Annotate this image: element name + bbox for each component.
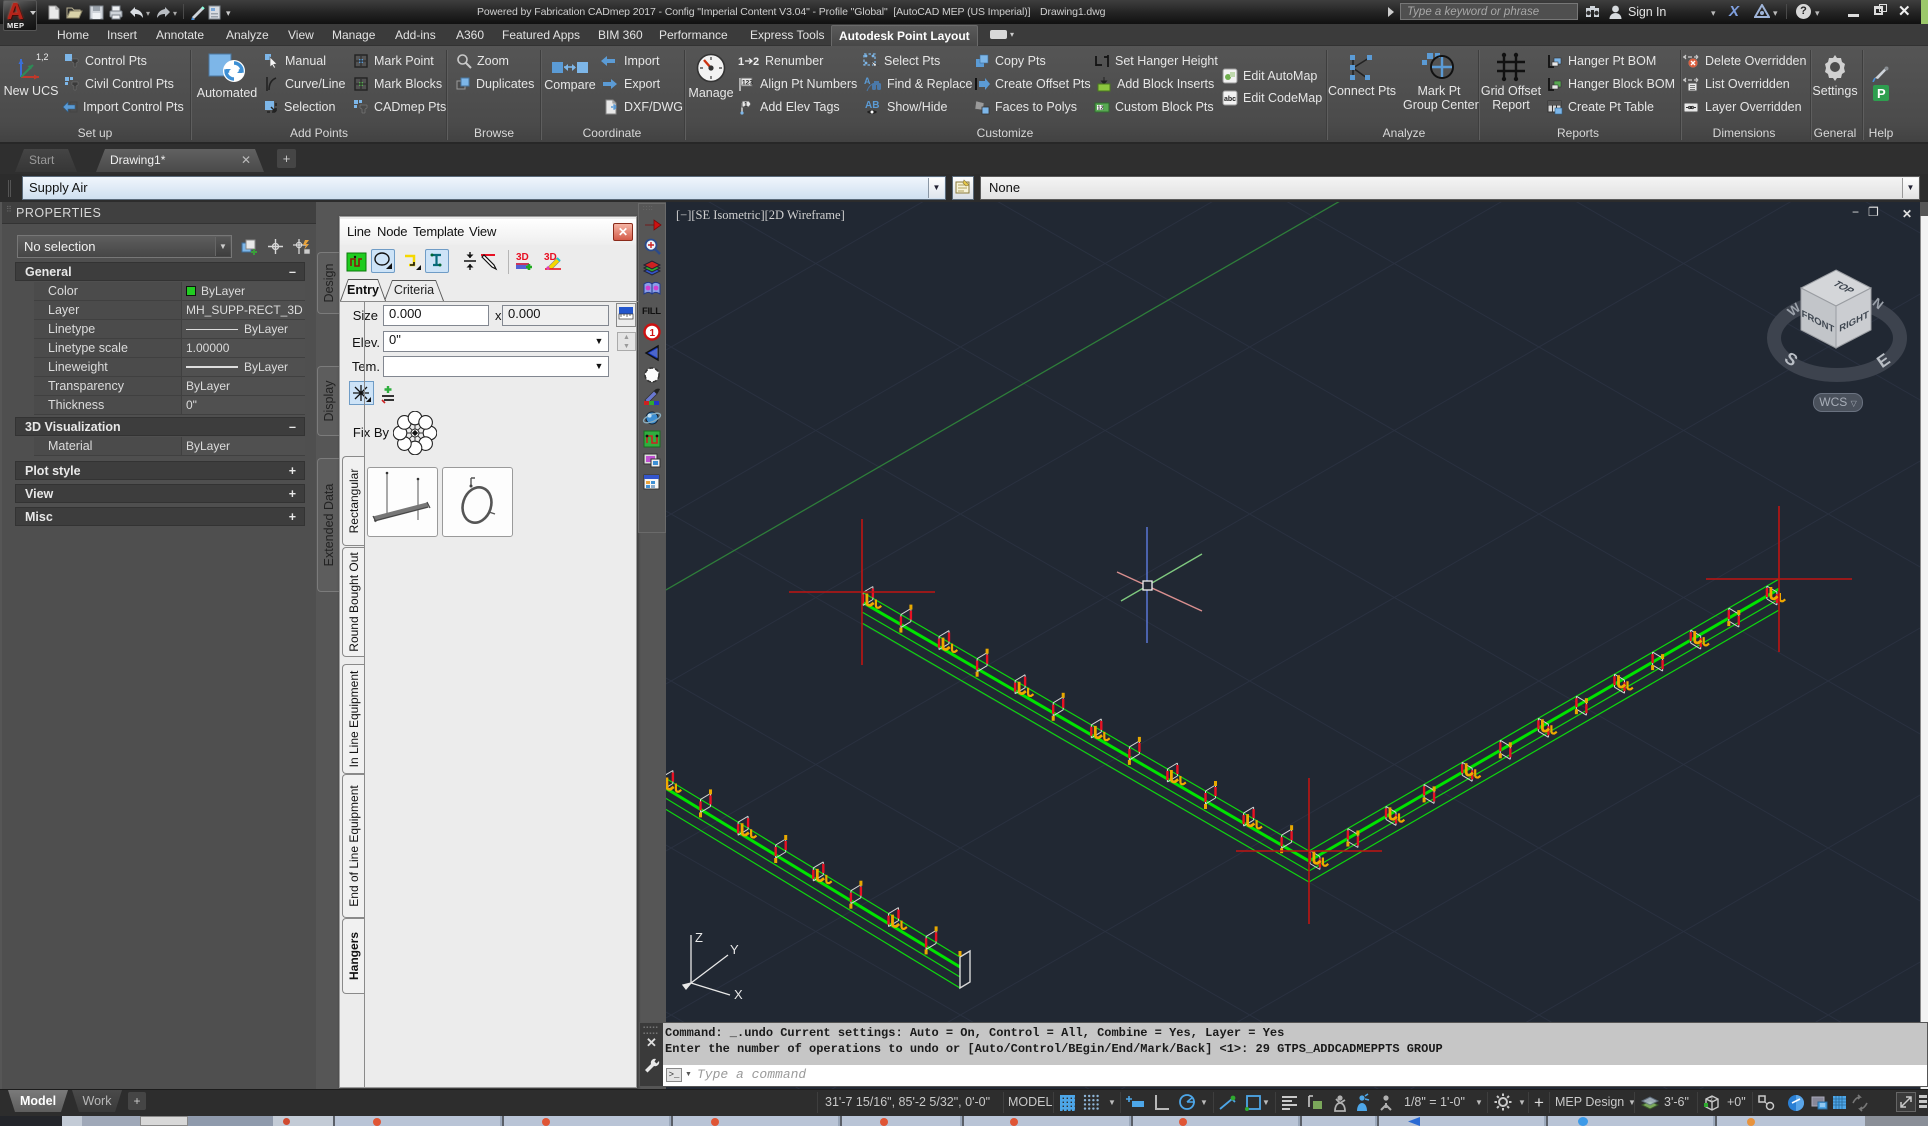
svg-text:12: 12 <box>1097 106 1103 112</box>
svg-text:z: z <box>1710 1097 1713 1103</box>
svg-text:3D: 3D <box>516 252 529 263</box>
svg-text:1: 1 <box>738 56 744 68</box>
svg-text:abc: abc <box>1224 96 1236 103</box>
svg-text:AB: AB <box>865 100 879 111</box>
svg-text:1,2: 1,2 <box>36 52 48 62</box>
svg-text:X: X <box>734 987 743 1002</box>
svg-text:P: P <box>1877 86 1886 101</box>
svg-text:2: 2 <box>753 56 759 68</box>
svg-text:1: 1 <box>744 102 748 109</box>
svg-text:1: 1 <box>650 328 656 339</box>
svg-text:Z: Z <box>695 930 703 945</box>
svg-text:Y: Y <box>730 942 739 957</box>
svg-text:A: A <box>864 76 871 86</box>
svg-text:123: 123 <box>742 80 753 87</box>
svg-text:FILL: FILL <box>642 306 661 317</box>
